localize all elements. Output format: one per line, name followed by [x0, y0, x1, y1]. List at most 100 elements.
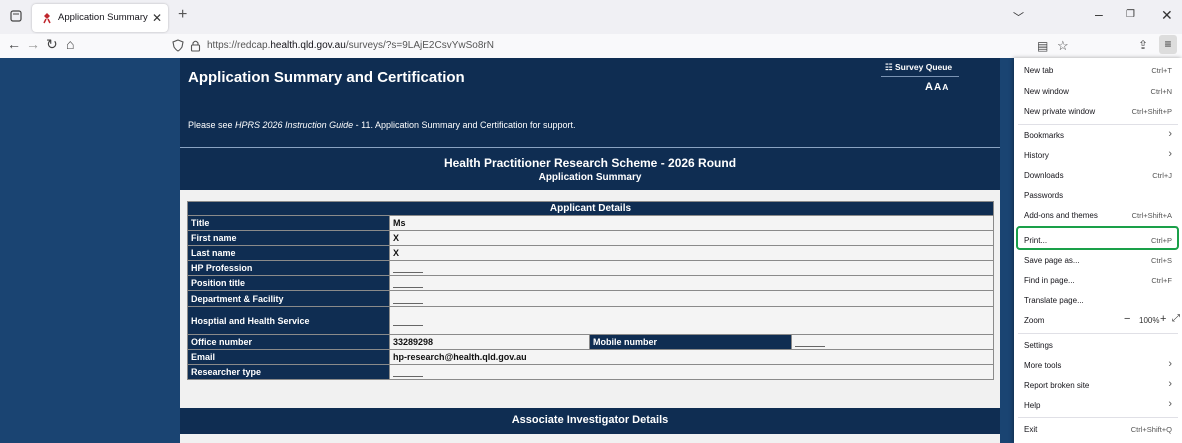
position-title-label: Position title [187, 275, 390, 291]
chevron-right-icon: › [1168, 128, 1172, 140]
shield-icon[interactable] [172, 39, 184, 52]
associate-details-panel [180, 434, 1000, 443]
new-tab-icon[interactable]: + [178, 6, 187, 24]
department-value [389, 290, 994, 307]
menu-bookmarks[interactable]: Bookmarks › [1014, 125, 1182, 146]
navigation-bar: ← → ↻ ⌂ https://redcap.health.qld.gov.au… [0, 34, 1182, 58]
menu-separator [1018, 333, 1178, 334]
hhs-value [389, 306, 994, 335]
empty-value-line [393, 369, 423, 377]
menu-report-broken-site[interactable]: Report broken site › [1014, 375, 1182, 396]
instruction-guide-link[interactable]: HPRS 2026 Instruction Guide [235, 120, 353, 130]
scheme-title: Health Practitioner Research Scheme - 20… [443, 156, 737, 170]
department-label: Department & Facility [187, 290, 390, 307]
menu-help[interactable]: Help › [1014, 395, 1182, 416]
menu-zoom: Zoom − 100% + ⤢ [1024, 313, 1180, 325]
survey-queue-link[interactable]: ☷ Survey Queue [881, 60, 959, 77]
page-viewport: Application Summary and Certification ☷ … [0, 58, 1182, 443]
hamburger-menu-icon[interactable]: ≡ [1159, 35, 1177, 54]
forward-icon[interactable]: → [26, 36, 40, 52]
menu-find-in-page[interactable]: Find in page... Ctrl+F [1014, 270, 1182, 291]
minimize-icon[interactable]: – [1095, 6, 1103, 22]
tab-strip: Application Summary and Certification ✕ … [0, 0, 1182, 34]
menu-more-tools[interactable]: More tools › [1014, 355, 1182, 376]
chevron-right-icon: › [1168, 148, 1172, 160]
position-title-value [389, 275, 994, 291]
researcher-type-label: Researcher type [187, 364, 390, 380]
empty-value-line [795, 339, 825, 347]
back-icon[interactable]: ← [7, 36, 21, 52]
applicant-details-panel: Applicant Details Title Ms First name X … [180, 190, 1000, 408]
url-text[interactable]: https://redcap.health.qld.gov.au/surveys… [207, 40, 494, 51]
menu-save-page[interactable]: Save page as... Ctrl+S [1014, 250, 1182, 271]
associate-investigator-header: Associate Investigator Details [511, 414, 669, 426]
title-label: Title [187, 215, 390, 231]
mobile-number-label: Mobile number [589, 334, 792, 350]
zoom-level[interactable]: 100% [1139, 316, 1159, 325]
first-name-label: First name [187, 230, 390, 246]
last-name-label: Last name [187, 245, 390, 261]
font-size-small[interactable]: A [942, 82, 948, 92]
menu-downloads[interactable]: Downloads Ctrl+J [1014, 165, 1182, 186]
hhs-label: Hosptial and Health Service [187, 306, 390, 335]
list-icon: ☷ [885, 62, 893, 72]
empty-value-line [393, 280, 423, 288]
menu-translate[interactable]: Translate page... [1014, 290, 1182, 311]
menu-new-window[interactable]: New window Ctrl+N [1014, 81, 1182, 102]
home-icon[interactable]: ⌂ [66, 36, 74, 52]
font-size-medium[interactable]: A [934, 82, 941, 93]
applicant-details-header: Applicant Details [187, 201, 994, 216]
survey-container: Application Summary and Certification ☷ … [180, 58, 1000, 443]
close-tab-icon[interactable]: ✕ [152, 11, 162, 25]
menu-new-tab[interactable]: New tab Ctrl+T [1014, 60, 1182, 81]
zoom-out-icon[interactable]: − [1124, 313, 1130, 325]
tab-list-icon[interactable] [9, 9, 23, 23]
support-text: Please see HPRS 2026 Instruction Guide -… [188, 120, 576, 130]
menu-settings[interactable]: Settings [1014, 335, 1182, 356]
menu-separator [1018, 417, 1178, 418]
lock-icon[interactable] [190, 39, 201, 52]
email-value: hp-research@health.qld.gov.au [389, 349, 994, 365]
restore-icon[interactable]: ❐ [1126, 9, 1135, 20]
researcher-type-value [389, 364, 994, 380]
first-name-value: X [389, 230, 994, 246]
chevron-right-icon: › [1168, 358, 1172, 370]
list-all-tabs-icon[interactable]: ﹀ [1013, 9, 1024, 25]
redcap-favicon-icon [43, 13, 51, 24]
active-tab[interactable]: Application Summary and Certification ✕ [32, 4, 168, 32]
menu-history[interactable]: History › [1014, 145, 1182, 166]
zoom-in-icon[interactable]: + [1160, 313, 1166, 325]
print-highlight [1016, 226, 1179, 250]
menu-addons[interactable]: Add-ons and themes Ctrl+Shift+A [1014, 205, 1182, 226]
window-close-icon[interactable]: ✕ [1161, 7, 1173, 24]
chevron-right-icon: › [1168, 398, 1172, 410]
menu-passwords[interactable]: Passwords [1014, 185, 1182, 206]
reload-icon[interactable]: ↻ [46, 36, 58, 53]
fullscreen-icon[interactable]: ⤢ [1172, 313, 1180, 324]
tab-title: Application Summary and Certification [58, 12, 150, 23]
font-size-large[interactable]: A [925, 81, 933, 93]
share-icon[interactable]: ⇪ [1138, 38, 1148, 52]
applicant-details-table: Applicant Details Title Ms First name X … [187, 201, 994, 380]
reader-view-icon[interactable]: ▤ [1037, 39, 1048, 53]
last-name-value: X [389, 245, 994, 261]
hp-profession-label: HP Profession [187, 260, 390, 276]
empty-value-line [393, 296, 423, 304]
bookmark-star-icon[interactable]: ☆ [1057, 38, 1069, 54]
email-label: Email [187, 349, 390, 365]
hp-profession-value [389, 260, 994, 276]
empty-value-line [393, 265, 423, 273]
mobile-number-value [791, 334, 994, 350]
office-number-label: Office number [187, 334, 390, 350]
menu-exit[interactable]: Exit Ctrl+Shift+Q [1014, 419, 1182, 440]
menu-new-private-window[interactable]: New private window Ctrl+Shift+P [1014, 101, 1182, 122]
page-title: Application Summary and Certification [188, 69, 465, 86]
office-number-value: 33289298 [389, 334, 590, 350]
title-value: Ms [389, 215, 994, 231]
empty-value-line [393, 318, 423, 326]
scheme-subtitle: Application Summary [538, 172, 642, 183]
chevron-right-icon: › [1168, 378, 1172, 390]
url-bar[interactable]: https://redcap.health.qld.gov.au/surveys… [160, 35, 1008, 57]
app-menu: New tab Ctrl+T New window Ctrl+N New priva… [1014, 58, 1182, 443]
divider [180, 147, 1000, 148]
